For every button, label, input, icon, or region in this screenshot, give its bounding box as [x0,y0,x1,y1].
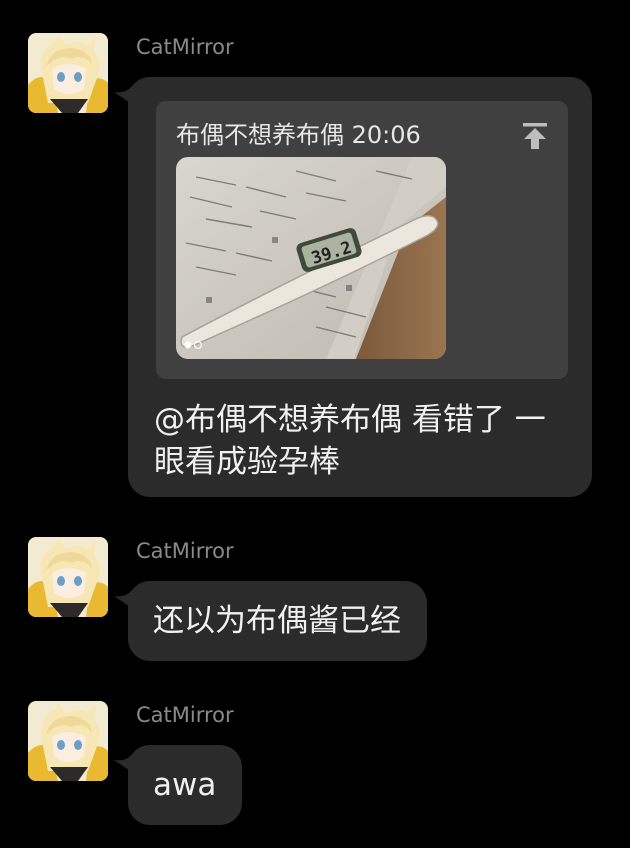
jump-to-top-icon[interactable] [520,121,550,151]
reply-quote-card[interactable]: 布偶不想养布偶 20:06 39.2 [156,101,568,379]
chat-view: CatMirror 布偶不想养布偶 20:06 39.2 @布偶不想养布偶 看错… [0,0,630,848]
message-bubble[interactable]: 布偶不想养布偶 20:06 39.2 @布偶不想养布偶 看错了 一 眼看成验孕棒 [128,77,592,497]
thermometer-photo: 39.2 [176,157,446,359]
anime-avatar-icon [28,33,108,113]
message-text: @布偶不想养布偶 看错了 一 眼看成验孕棒 [154,399,574,483]
sender-name: CatMirror [136,539,234,563]
anime-avatar-icon [28,537,108,617]
sender-name: CatMirror [136,703,234,727]
avatar[interactable] [28,33,108,113]
reply-header: 布偶不想养布偶 20:06 [176,119,421,151]
avatar[interactable] [28,701,108,781]
message-bubble[interactable]: 还以为布偶酱已经 [128,581,427,661]
anime-avatar-icon [28,701,108,781]
reply-time: 20:06 [351,121,421,149]
reply-image[interactable]: 39.2 [176,157,446,359]
sender-name: CatMirror [136,35,234,59]
message-text: 还以为布偶酱已经 [153,603,401,639]
reply-author: 布偶不想养布偶 [176,121,344,149]
message-text-line: @布偶不想养布偶 看错了 一 [154,402,546,438]
avatar[interactable] [28,537,108,617]
message-text: awa [153,767,217,803]
message-bubble[interactable]: awa [128,745,243,825]
message-text-line: 眼看成验孕棒 [154,444,340,480]
